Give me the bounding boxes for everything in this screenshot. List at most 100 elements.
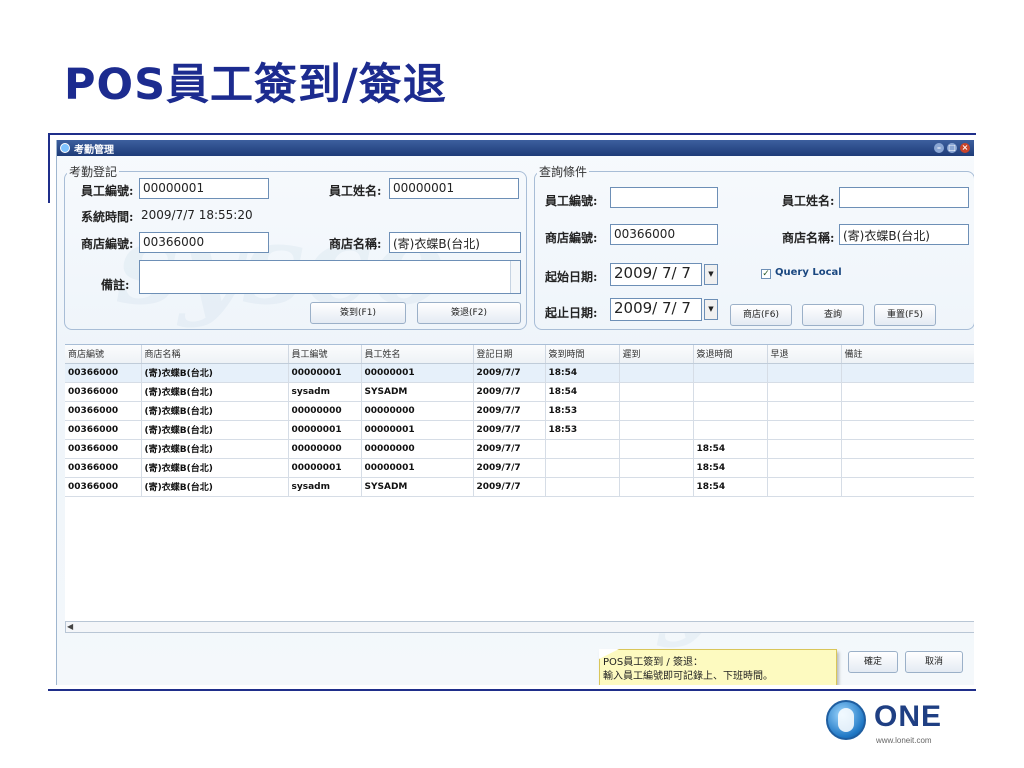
table-cell: 2009/7/7 (473, 439, 546, 459)
window-titlebar[interactable]: 考勤管理 – □ × (57, 140, 974, 156)
table-cell: 2009/7/7 (473, 458, 546, 478)
title-divider (48, 133, 976, 135)
start-date-dropdown-icon[interactable]: ▼ (704, 264, 718, 285)
maximize-icon[interactable]: □ (947, 143, 957, 153)
empty-cell (361, 515, 473, 534)
column-header[interactable]: 早退 (767, 345, 842, 364)
column-header[interactable]: 員工姓名 (361, 345, 474, 364)
table-cell: 00000001 (361, 458, 474, 478)
column-header[interactable]: 員工編號 (288, 345, 362, 364)
column-header[interactable]: 簽到時間 (545, 345, 620, 364)
query-employee-name-field[interactable] (839, 187, 969, 208)
reset-button[interactable]: 重置(F5) (874, 304, 936, 326)
table-cell: 00366000 (65, 363, 142, 383)
end-date-dropdown-icon[interactable]: ▼ (704, 299, 718, 320)
remark-field[interactable] (139, 260, 521, 294)
table-cell: 00366000 (65, 439, 142, 459)
table-cell (841, 382, 974, 402)
table-cell: 00366000 (65, 401, 142, 421)
table-row[interactable]: 00366000 (寄)衣蝶B(台北) sysadm SYSADM 2009/7/7 18… (65, 382, 974, 402)
registration-legend: 考勤登記 (69, 165, 118, 179)
table-cell: 00000001 (361, 363, 474, 383)
empty-cell (767, 496, 841, 515)
slide-title: POS員工簽到/簽退 (64, 60, 447, 110)
empty-cell (361, 591, 473, 610)
empty-cell (288, 572, 361, 591)
remark-scrollbar[interactable] (510, 261, 520, 293)
empty-cell (841, 515, 974, 534)
table-cell (619, 401, 694, 421)
store-button[interactable]: 商店(F6) (730, 304, 792, 326)
table-row[interactable]: 00366000 (寄)衣蝶B(台北) 00000000 00000000 2009/7… (65, 401, 974, 421)
column-header[interactable]: 登記日期 (473, 345, 546, 364)
close-icon[interactable]: × (960, 143, 970, 153)
table-cell: 00000001 (288, 363, 362, 383)
empty-cell (288, 591, 361, 610)
minimize-icon[interactable]: – (934, 143, 944, 153)
start-date-field[interactable]: 2009/ 7/ 7 (610, 263, 702, 286)
table-cell (841, 401, 974, 421)
attendance-window: sysco sysco 考勤管理 – □ × 考勤登記 員工編號: 000000… (56, 140, 974, 685)
empty-cell (619, 572, 693, 591)
table-cell: 00000000 (361, 401, 474, 421)
table-row[interactable]: 00366000 (寄)衣蝶B(台北) sysadm SYSADM 2009/7/7 18… (65, 477, 974, 497)
table-cell: 18:54 (693, 439, 768, 459)
empty-row (65, 553, 974, 572)
column-header[interactable]: 商店編號 (65, 345, 142, 364)
table-row[interactable]: 00366000 (寄)衣蝶B(台北) 00000000 00000000 2009/7… (65, 439, 974, 459)
ok-button[interactable]: 確定 (848, 651, 898, 673)
table-cell: 00366000 (65, 477, 142, 497)
cancel-button[interactable]: 取消 (905, 651, 963, 673)
table-cell: 00000000 (361, 439, 474, 459)
reg-employee-id-field[interactable]: 00000001 (139, 178, 269, 199)
table-header-row: 商店編號 商店名稱 員工編號 員工姓名 登記日期 簽到時間 遲到 簽退時間 早退 備註 (65, 345, 974, 364)
reg-employee-id-label: 員工編號: (81, 184, 134, 198)
column-header[interactable]: 備註 (841, 345, 974, 364)
table-cell: SYSADM (361, 477, 474, 497)
empty-cell (473, 572, 545, 591)
footer-divider (48, 689, 976, 691)
table-cell (545, 477, 620, 497)
search-button[interactable]: 查詢 (802, 304, 864, 326)
empty-cell (361, 553, 473, 572)
reg-store-name-label: 商店名稱: (329, 237, 382, 251)
empty-cell (841, 553, 974, 572)
empty-cell (619, 591, 693, 610)
table-cell (619, 439, 694, 459)
hint-callout: POS員工簽到 / 簽退： 輸入員工編號即可記錄上、下班時間。 (599, 649, 837, 685)
empty-cell (65, 572, 141, 591)
table-cell: 00366000 (65, 420, 142, 440)
empty-cell (545, 553, 619, 572)
sign-in-button[interactable]: 簽到(F1) (310, 302, 406, 324)
column-header[interactable]: 商店名稱 (141, 345, 289, 364)
empty-cell (545, 591, 619, 610)
sign-out-button[interactable]: 簽退(F2) (417, 302, 521, 324)
column-header[interactable]: 遲到 (619, 345, 694, 364)
end-date-field[interactable]: 2009/ 7/ 7 (610, 298, 702, 321)
empty-cell (65, 496, 141, 515)
query-employee-name-label: 員工姓名: (782, 194, 835, 208)
table-cell: (寄)衣蝶B(台北) (141, 363, 289, 383)
reg-store-id-field[interactable]: 00366000 (139, 232, 269, 253)
table-cell: (寄)衣蝶B(台北) (141, 439, 289, 459)
empty-cell (141, 515, 288, 534)
column-header[interactable]: 簽退時間 (693, 345, 768, 364)
table-row[interactable]: 00366000 (寄)衣蝶B(台北) 00000001 00000001 2009/7… (65, 420, 974, 440)
query-employee-id-field[interactable] (610, 187, 718, 208)
query-store-id-field[interactable]: 00366000 (610, 224, 718, 245)
empty-cell (545, 572, 619, 591)
query-employee-id-label: 員工編號: (545, 194, 598, 208)
query-local-checkbox[interactable]: ✓ (761, 269, 771, 279)
table-row[interactable]: 00366000 (寄)衣蝶B(台北) 00000001 00000001 2009/7… (65, 458, 974, 478)
table-cell: SYSADM (361, 382, 474, 402)
scroll-left-icon[interactable]: ◀ (67, 622, 73, 631)
empty-cell (361, 496, 473, 515)
table-cell (619, 458, 694, 478)
remark-label: 備註: (101, 278, 130, 292)
reg-store-name-field[interactable]: (寄)衣蝶B(台北) (389, 232, 521, 253)
table-row[interactable]: 00366000 (寄)衣蝶B(台北) 00000001 00000001 2009/7… (65, 363, 974, 383)
query-store-name-label: 商店名稱: (782, 231, 835, 245)
query-store-name-field[interactable]: (寄)衣蝶B(台北) (839, 224, 969, 245)
reg-employee-name-field[interactable]: 00000001 (389, 178, 519, 199)
horizontal-scrollbar[interactable]: ◀ (65, 621, 974, 633)
